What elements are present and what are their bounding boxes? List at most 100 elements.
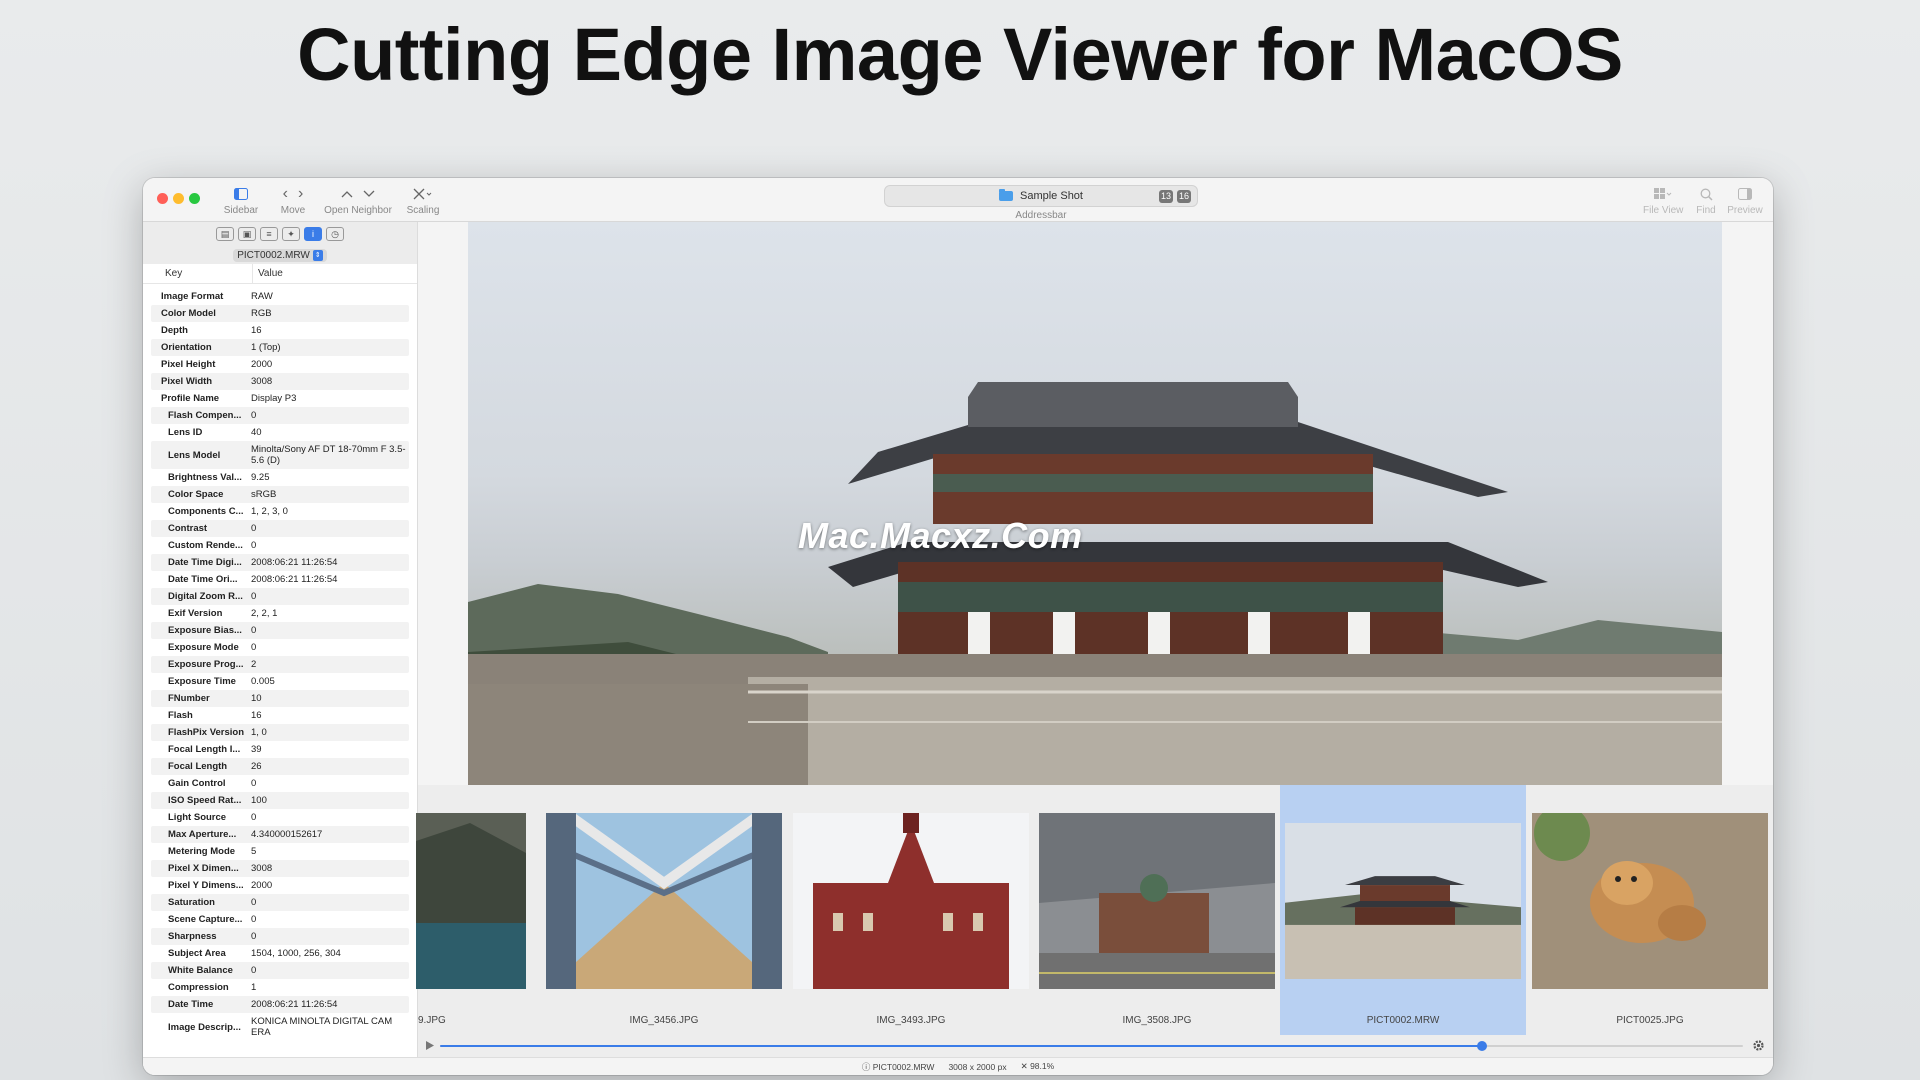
metadata-row[interactable]: Saturation 0 (151, 894, 409, 911)
file-popup-label: PICT0002.MRW (237, 249, 310, 261)
thumbnail-label: IMG_3493.JPG (876, 1015, 946, 1026)
key-column-header[interactable]: Key (143, 264, 253, 283)
metadata-row[interactable]: Date Time Digi... 2008:06:21 11:26:54 (151, 554, 409, 571)
metadata-row[interactable]: Scene Capture... 0 (151, 911, 409, 928)
metadata-row[interactable]: Custom Rende... 0 (151, 537, 409, 554)
find-label: Find (1696, 205, 1716, 216)
addressbar[interactable]: Sample Shot 13 16 (884, 185, 1198, 207)
chevron-up-icon[interactable] (341, 190, 353, 198)
metadata-row[interactable]: Exposure Prog... 2 (151, 656, 409, 673)
scrubber-track[interactable] (440, 1041, 1743, 1051)
scaling-control[interactable]: Scaling (401, 184, 445, 216)
metadata-row[interactable]: Pixel Height 2000 (151, 356, 409, 373)
metadata-row[interactable]: Depth 16 (151, 322, 409, 339)
metadata-row[interactable]: Flash 16 (151, 707, 409, 724)
metadata-key: Compression (168, 982, 229, 993)
metadata-row[interactable]: FlashPix Version 1, 0 (151, 724, 409, 741)
metadata-row[interactable]: Subject Area 1504, 1000, 256, 304 (151, 945, 409, 962)
zoom-button[interactable] (189, 193, 200, 204)
list-tab-icon[interactable]: ≡ (260, 227, 278, 241)
red-building-photo (793, 813, 1029, 989)
metadata-row[interactable]: Digital Zoom R... 0 (151, 588, 409, 605)
metadata-row[interactable]: Color Model RGB (151, 305, 409, 322)
metadata-row[interactable]: ISO Speed Rat... 100 (151, 792, 409, 809)
metadata-row[interactable]: Date Time 2008:06:21 11:26:54 (151, 996, 409, 1013)
metadata-value: RAW (251, 291, 273, 302)
metadata-row[interactable]: Orientation 1 (Top) (151, 339, 409, 356)
play-icon[interactable] (425, 1040, 435, 1051)
adjust-tab-icon[interactable]: ✦ (282, 227, 300, 241)
metadata-row[interactable]: Pixel X Dimen... 3008 (151, 860, 409, 877)
metadata-row[interactable]: Lens Model Minolta/Sony AF DT 18-70mm F 3… (151, 441, 409, 469)
status-zoom: ✕ 98.1% (1020, 1061, 1055, 1071)
metadata-row[interactable]: White Balance 0 (151, 962, 409, 979)
metadata-value: 2008:06:21 11:26:54 (251, 999, 338, 1010)
metadata-row[interactable]: Pixel Y Dimens... 2000 (151, 877, 409, 894)
history-tab-icon[interactable]: ◷ (326, 227, 344, 241)
close-button[interactable] (157, 193, 168, 204)
metadata-row[interactable]: Color Space sRGB (151, 486, 409, 503)
metadata-key: Scene Capture... (168, 914, 243, 925)
metadata-row[interactable]: Date Time Ori... 2008:06:21 11:26:54 (151, 571, 409, 588)
file-view-button[interactable]: File View (1643, 184, 1683, 216)
metadata-row[interactable]: Gain Control 0 (151, 775, 409, 792)
metadata-row[interactable]: Image Format RAW (151, 288, 409, 305)
metadata-row[interactable]: Focal Length I... 39 (151, 741, 409, 758)
metadata-row[interactable]: Profile Name Display P3 (151, 390, 409, 407)
image-tab-icon[interactable]: ▣ (238, 227, 256, 241)
filmstrip-thumbnail[interactable]: 9.JPG (406, 785, 526, 1035)
move-control[interactable]: ‹ › Move (271, 184, 315, 216)
metadata-row[interactable]: Image Descrip... KONICA MINOLTA DIGITAL C… (151, 1013, 409, 1041)
metadata-value: sRGB (251, 489, 277, 500)
metadata-row[interactable]: Pixel Width 3008 (151, 373, 409, 390)
image-viewer[interactable]: Mac.Macxz.Com (418, 222, 1773, 785)
chevron-right-icon[interactable]: › (298, 185, 303, 203)
metadata-row[interactable]: Exposure Bias... 0 (151, 622, 409, 639)
scrubber-knob[interactable] (1477, 1041, 1488, 1051)
metadata-row[interactable]: Metering Mode 5 (151, 843, 409, 860)
metadata-row[interactable]: Flash Compen... 0 (151, 407, 409, 424)
metadata-row[interactable]: Max Aperture... 4.340000152617 (151, 826, 409, 843)
filmstrip-thumbnail[interactable]: IMG_3456.JPG (541, 785, 787, 1035)
filmstrip-thumbnail[interactable]: IMG_3508.JPG (1034, 785, 1280, 1035)
metadata-row[interactable]: Light Source 0 (151, 809, 409, 826)
metadata-row[interactable]: Components C... 1, 2, 3, 0 (151, 503, 409, 520)
open-neighbor-control[interactable]: Open Neighbor (323, 184, 393, 216)
filmstrip-thumbnail[interactable]: IMG_3493.JPG (788, 785, 1034, 1035)
metadata-value: 0 (251, 778, 257, 789)
chevron-down-icon[interactable] (363, 190, 375, 198)
folder-tab-icon[interactable]: ▤ (216, 227, 234, 241)
metadata-row[interactable]: Lens ID 40 (151, 424, 409, 441)
value-column-header[interactable]: Value (253, 268, 283, 279)
main-photo[interactable]: Mac.Macxz.Com (468, 222, 1722, 785)
sidebar-toggle-button[interactable]: Sidebar (221, 184, 261, 216)
chevron-left-icon[interactable]: ‹ (283, 185, 288, 203)
metadata-value: 9.25 (251, 472, 270, 483)
metadata-key: Focal Length I... (168, 744, 241, 755)
metadata-row[interactable]: Focal Length 26 (151, 758, 409, 775)
gear-icon[interactable] (1752, 1039, 1765, 1052)
move-label: Move (280, 205, 306, 216)
metadata-value: 1 (Top) (251, 342, 281, 353)
filmstrip-thumbnail[interactable]: PICT0002.MRW (1280, 785, 1526, 1035)
metadata-value: 2000 (251, 359, 273, 370)
preview-button[interactable]: Preview (1725, 184, 1765, 216)
metadata-key: Exposure Prog... (168, 659, 244, 670)
minimize-button[interactable] (173, 193, 184, 204)
metadata-row[interactable]: Compression 1 (151, 979, 409, 996)
toolbar: Sidebar ‹ › Move Open Neighbor Scaling Sa… (143, 178, 1773, 222)
metadata-row[interactable]: FNumber 10 (151, 690, 409, 707)
metadata-row[interactable]: Exposure Mode 0 (151, 639, 409, 656)
info-tab-icon[interactable]: i (304, 227, 322, 241)
find-button[interactable]: Find (1692, 184, 1720, 216)
metadata-row[interactable]: Exif Version 2, 2, 1 (151, 605, 409, 622)
metadata-row[interactable]: Brightness Val... 9.25 (151, 469, 409, 486)
metadata-row[interactable]: Exposure Time 0.005 (151, 673, 409, 690)
file-popup[interactable]: PICT0002.MRW ⇕ (233, 248, 327, 262)
metadata-row[interactable]: Sharpness 0 (151, 928, 409, 945)
address-text: Sample Shot (1020, 190, 1083, 202)
status-dimensions: 3008 x 2000 px (948, 1061, 1007, 1072)
filmstrip-thumbnail[interactable]: PICT0025.JPG (1527, 785, 1773, 1035)
preview-label: Preview (1727, 205, 1763, 216)
metadata-row[interactable]: Contrast 0 (151, 520, 409, 537)
